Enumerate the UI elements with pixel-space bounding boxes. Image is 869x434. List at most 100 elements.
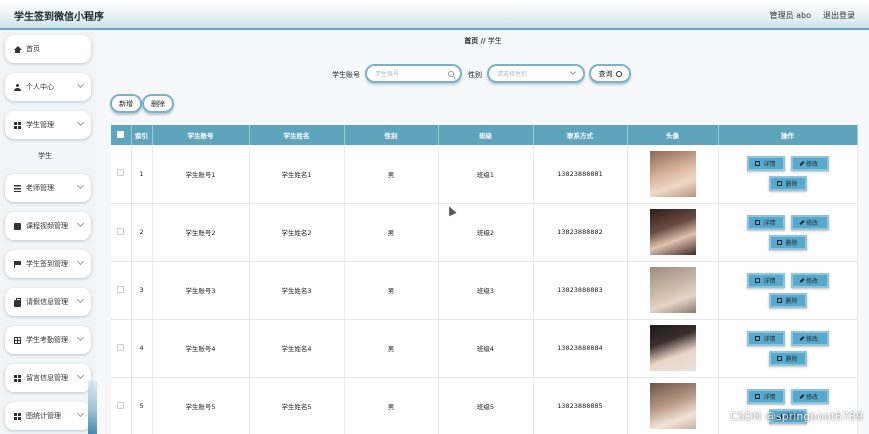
row-actions: 详情 修改删除 — [738, 330, 838, 366]
sidebar-item-checkin[interactable]: 学生签到管理 — [5, 250, 91, 278]
row-delete-button[interactable]: 删除 — [768, 350, 807, 366]
trash-icon — [777, 355, 783, 361]
row-select-cell[interactable] — [111, 319, 132, 378]
gender-cell: 男 — [344, 203, 439, 262]
class-cell: 班级3 — [438, 261, 534, 320]
edit-icon — [799, 277, 805, 283]
phone-cell: 13823888884 — [533, 319, 628, 378]
index-cell: 1 — [131, 145, 153, 204]
row-checkbox[interactable] — [117, 343, 125, 351]
name-cell: 学生姓名3 — [249, 261, 345, 320]
sidebar-item-home[interactable]: 首页 — [5, 35, 91, 63]
row-delete-button-label: 删除 — [785, 355, 798, 363]
sidebar-item-leave[interactable]: 请假信息管理 — [5, 288, 91, 316]
row-checkbox[interactable] — [117, 285, 125, 293]
sidebar-item-label: 图统计管理 — [26, 412, 61, 420]
sidebar-item-student-management[interactable]: 学生管理 — [5, 111, 91, 139]
sidebar-item-label: 课程视频管理 — [26, 222, 68, 230]
query-button-label: 查询 — [598, 69, 613, 78]
top-bar: 学生签到微信小程序 管理员 abo 退出登录 — [0, 0, 869, 30]
row-actions: 详情 修改删除 — [738, 156, 838, 192]
main-content: 首页 // 学生 学生账号 学生账号 性别 请选择性别 查询 新增 删除 索引 … — [97, 31, 869, 434]
sidebar-item-course-video[interactable]: 课程视频管理 — [5, 212, 91, 240]
sidebar-item-label: 学生考勤管理 — [26, 336, 68, 344]
row-select-cell[interactable] — [111, 145, 132, 204]
sidebar-item-label: 留言信息管理 — [26, 374, 68, 382]
avatar-cell — [627, 145, 719, 204]
detail-button-label: 详情 — [763, 335, 776, 343]
row-delete-button[interactable]: 删除 — [768, 292, 807, 308]
add-button[interactable]: 新增 — [110, 94, 142, 113]
sidebar-item-profile[interactable]: 个人中心 — [5, 73, 91, 101]
gender-select[interactable]: 请选择性别 — [487, 64, 585, 83]
gender-label: 性别 — [468, 71, 482, 79]
trash-icon — [777, 239, 783, 245]
edit-button[interactable]: 修改 — [790, 156, 829, 172]
row-delete-button-label: 删除 — [785, 239, 798, 247]
edit-button[interactable]: 修改 — [790, 214, 829, 230]
home-icon — [14, 45, 22, 53]
sidebar-item-messages[interactable]: 留言信息管理 — [5, 364, 91, 392]
sidebar-item-attendance[interactable]: 学生考勤管理 — [5, 326, 91, 354]
table-row: 5 学生账号5 学生姓名5 男班级5 13823888885 详情 修改 删除 — [111, 377, 858, 434]
account-search-input[interactable]: 学生账号 — [365, 64, 462, 83]
row-actions: 详情 修改删除 — [738, 214, 838, 250]
detail-button[interactable]: 详情 — [746, 214, 785, 230]
row-delete-button-label: 删除 — [785, 181, 798, 189]
table-header: 索引 学生账号 学生姓名 性别 班级 联系方式 头像 操作 — [111, 125, 858, 145]
detail-button[interactable]: 详情 — [746, 272, 785, 288]
flag-icon — [14, 260, 21, 268]
avatar — [649, 267, 696, 313]
row-delete-button[interactable]: 删除 — [768, 176, 807, 192]
account-placeholder: 学生账号 — [375, 71, 400, 78]
sidebar-item-statistics[interactable]: 图统计管理 — [5, 402, 91, 430]
chevron-down-icon — [76, 371, 85, 380]
detail-button-label: 详情 — [763, 161, 776, 169]
search-bar: 学生账号 学生账号 性别 请选择性别 查询 — [97, 64, 869, 84]
detail-button[interactable]: 详情 — [746, 156, 785, 172]
class-cell: 班级4 — [438, 319, 534, 378]
search-icon — [615, 70, 622, 77]
avatar — [649, 150, 696, 197]
select-all-checkbox[interactable] — [117, 130, 125, 138]
row-select-cell[interactable] — [111, 377, 132, 434]
ops-cell: 详情 修改删除 — [718, 203, 858, 262]
index-cell: 3 — [131, 261, 153, 320]
row-select-cell[interactable] — [111, 261, 132, 320]
admin-label: 管理员 abo — [769, 11, 811, 20]
sidebar-item-label: 请假信息管理 — [26, 298, 68, 306]
breadcrumb-home[interactable]: 首页 — [464, 37, 478, 45]
chevron-down-icon — [76, 295, 85, 304]
edit-button[interactable]: 修改 — [790, 272, 829, 288]
row-checkbox[interactable] — [117, 401, 125, 409]
edit-button-label: 修改 — [805, 393, 818, 401]
row-checkbox[interactable] — [117, 169, 125, 177]
index-cell: 2 — [131, 203, 153, 262]
detail-button[interactable]: 详情 — [746, 330, 785, 346]
edit-icon — [799, 393, 805, 399]
row-checkbox[interactable] — [117, 227, 125, 235]
select-all-cell[interactable] — [111, 125, 132, 145]
chevron-down-icon — [76, 257, 85, 266]
row-select-cell[interactable] — [111, 203, 132, 262]
table-body: 1 学生账号1 学生姓名1 男班级1 13823888881 详情 修改 删除 2 学生账号2 学生… — [111, 145, 858, 434]
query-button[interactable]: 查询 — [589, 64, 631, 83]
row-delete-button[interactable]: 删除 — [768, 234, 807, 250]
column-header: 性别 — [344, 125, 439, 145]
edit-button[interactable]: 修改 — [790, 330, 829, 346]
chevron-down-icon — [76, 80, 85, 89]
detail-button[interactable]: 详情 — [746, 388, 785, 404]
logout-link[interactable]: 退出登录 — [823, 10, 855, 21]
sidebar-subitem-student[interactable]: 学生 — [5, 145, 91, 167]
avatar — [649, 209, 696, 255]
sidebar-item-teacher-management[interactable]: 老师管理 — [5, 174, 91, 202]
edit-button-label: 修改 — [805, 161, 818, 169]
gender-cell: 男 — [344, 145, 439, 204]
delete-button[interactable]: 删除 — [142, 94, 174, 113]
sidebar-item-label: 个人中心 — [26, 83, 54, 91]
table-icon — [14, 336, 21, 344]
table-row: 4 学生账号4 学生姓名4 男班级4 13823888884 详情 修改 删除 — [111, 319, 858, 378]
class-cell: 班级5 — [438, 377, 534, 434]
edit-button[interactable]: 修改 — [790, 388, 829, 404]
add-button-label: 新增 — [119, 99, 133, 108]
